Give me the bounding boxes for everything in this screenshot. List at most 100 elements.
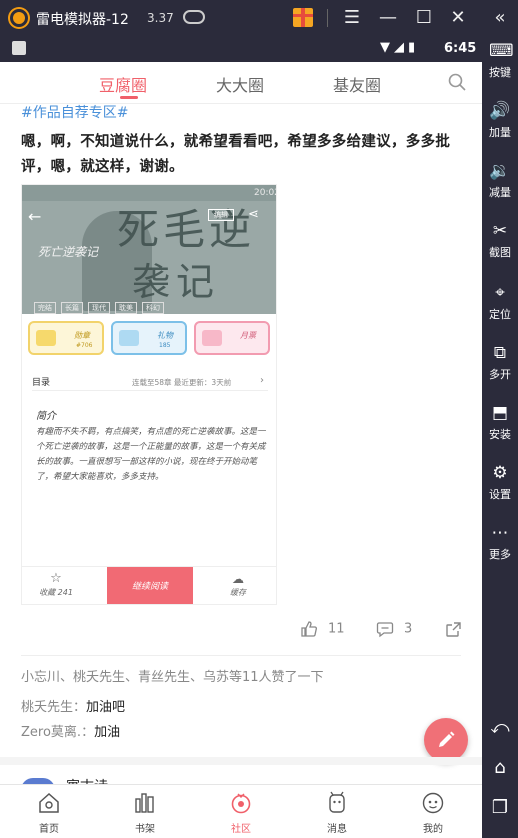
like-button[interactable]: 11 bbox=[300, 620, 345, 638]
comment-item[interactable]: Zero莫离.：加油 bbox=[21, 721, 120, 740]
more-icon: ⋯ bbox=[491, 523, 509, 543]
comment-count: 3 bbox=[404, 621, 413, 637]
post-divider bbox=[21, 655, 461, 656]
home-icon bbox=[39, 792, 59, 813]
nav-community[interactable]: 社区 bbox=[211, 791, 271, 835]
bottom-navigation: 首页 书架 社区 消息 我的 bbox=[0, 784, 482, 838]
likers-list[interactable]: 小忘川、桃夭先生、青丝先生、乌苏等11人赞了一下 bbox=[21, 666, 324, 685]
recent-apps-icon[interactable]: ❐ bbox=[482, 794, 518, 822]
image-continue-read: 继续阅读 bbox=[107, 567, 193, 604]
comment-text: 加油 bbox=[94, 725, 121, 740]
emulator-sidebar: « ⌨ 按键 🔊 加量 🔉 减量 ✂ 截图 ⌖ 定位 ⧉ 多开 ⬒ 安装 ⚙ 设置 ⋯ 更多 ⤺ ⌂ ❐ bbox=[482, 0, 518, 838]
sidebar-button-location[interactable]: ⌖ 定位 bbox=[482, 282, 518, 322]
pencil-icon bbox=[439, 731, 455, 747]
sidebar-label: 多开 bbox=[489, 368, 511, 381]
search-icon[interactable] bbox=[448, 73, 466, 91]
message-icon bbox=[329, 791, 345, 813]
keyboard-icon: ⌨ bbox=[489, 41, 514, 61]
image-statusbar: 20:02 bbox=[22, 185, 276, 201]
image-bottom-bar: ☆ 收藏 241 继续阅读 ☁ 缓存 bbox=[22, 566, 276, 604]
like-count: 11 bbox=[328, 621, 345, 637]
emulator-title: 雷电模拟器-12 bbox=[36, 12, 129, 28]
emulator-version: 3.37 bbox=[147, 11, 174, 25]
sidebar-button-scissors[interactable]: ✂ 截图 bbox=[482, 220, 518, 260]
image-reward-cards: 勋章 #706 礼物 185 月票 bbox=[28, 321, 272, 355]
gift-box-icon bbox=[119, 330, 139, 346]
sidebar-button-volume-up[interactable]: 🔊 加量 bbox=[482, 100, 518, 140]
image-favorite: ☆ 收藏 241 bbox=[36, 571, 76, 598]
volume-up-icon: 🔊 bbox=[489, 101, 511, 121]
titlebar-divider bbox=[327, 9, 328, 27]
android-statusbar: ▼◢▮ 6:45 bbox=[0, 36, 482, 62]
sidebar-label: 按键 bbox=[489, 66, 511, 79]
post-image[interactable]: 20:02 死毛逆 袭记 ← 编辑 ⋖ 死亡逆袭记 完结长篇现代耽美科幻 勋章 … bbox=[21, 184, 277, 605]
collapse-sidebar-icon[interactable]: « bbox=[482, 6, 518, 30]
nav-profile[interactable]: 我的 bbox=[403, 791, 463, 835]
sidebar-label: 定位 bbox=[489, 308, 511, 321]
gamepad-icon[interactable] bbox=[183, 10, 205, 24]
nav-messages[interactable]: 消息 bbox=[307, 791, 367, 835]
comment-button[interactable]: 3 bbox=[376, 620, 412, 638]
post-topic-tag[interactable]: #作品自荐专区# bbox=[21, 102, 128, 122]
gear-icon: ⚙ bbox=[492, 463, 508, 483]
nav-home[interactable]: 首页 bbox=[19, 791, 79, 835]
tab-doufu-circle[interactable]: 豆腐圈 bbox=[99, 72, 147, 96]
sidebar-label: 加量 bbox=[489, 126, 511, 139]
image-download-icon: ☁ bbox=[232, 572, 244, 586]
image-intro-text: 有趣而不失不羁，有点搞笑，有点虐的死亡逆袭故事。这是一个死亡逆袭的故事，这是一个… bbox=[36, 427, 266, 482]
image-directory-label: 目录 bbox=[32, 378, 51, 388]
sidebar-button-more[interactable]: ⋯ 更多 bbox=[482, 522, 518, 562]
post-actions: 11 3 bbox=[0, 618, 482, 644]
image-cache: ☁ 缓存 bbox=[218, 571, 258, 598]
image-directory-row: 目录 连载至58章 最近更新：3天前 › bbox=[32, 375, 268, 391]
comment-text: 加油吧 bbox=[86, 700, 126, 715]
image-chip: 耽美 bbox=[115, 302, 137, 314]
tab-jiyou-circle[interactable]: 基友圈 bbox=[333, 72, 381, 96]
image-book-name: 死亡逆袭记 bbox=[38, 245, 99, 259]
image-back-icon: ← bbox=[28, 207, 42, 226]
volume-down-icon: 🔉 bbox=[489, 161, 511, 181]
sidebar-button-multi-open[interactable]: ⧉ 多开 bbox=[482, 342, 518, 382]
image-card-ticket: 月票 bbox=[194, 321, 270, 355]
compose-post-button[interactable] bbox=[424, 718, 468, 762]
scissors-icon: ✂ bbox=[492, 221, 508, 241]
emulator-window: 雷电模拟器-12 3.37 ☰ — ☐ ✕ « ⌨ 按键 🔊 加量 🔉 减量 ✂ 截图 ⌖ 定位 ⧉… bbox=[0, 0, 518, 838]
tab-dada-circle[interactable]: 大大圈 bbox=[216, 72, 264, 96]
medal-icon bbox=[36, 330, 56, 346]
community-icon bbox=[231, 793, 251, 814]
share-icon[interactable] bbox=[445, 621, 462, 638]
comment-author[interactable]: Zero莫离. bbox=[21, 725, 81, 740]
post-separator bbox=[0, 757, 482, 765]
apk-install-icon: ⬒ bbox=[491, 403, 509, 423]
minimize-button[interactable]: — bbox=[376, 6, 400, 30]
comment-author[interactable]: 桃夭先生 bbox=[21, 700, 73, 715]
image-chip: 完结 bbox=[34, 302, 56, 314]
maximize-button[interactable]: ☐ bbox=[412, 6, 436, 30]
image-share-icon: ⋖ bbox=[248, 207, 259, 222]
image-card-medal: 勋章 #706 bbox=[28, 321, 104, 355]
image-chip: 科幻 bbox=[142, 302, 164, 314]
sidebar-button-keyboard[interactable]: ⌨ 按键 bbox=[482, 40, 518, 80]
image-chip: 现代 bbox=[88, 302, 110, 314]
close-button[interactable]: ✕ bbox=[446, 6, 470, 30]
sidebar-button-volume-down[interactable]: 🔉 减量 bbox=[482, 160, 518, 200]
image-chevron-right-icon: › bbox=[260, 375, 264, 386]
image-intro-title: 简介 bbox=[36, 411, 56, 422]
multi-open-icon: ⧉ bbox=[493, 343, 507, 363]
menu-icon[interactable]: ☰ bbox=[340, 6, 364, 30]
profile-icon bbox=[422, 792, 444, 814]
status-time: 6:45 bbox=[444, 41, 477, 56]
bookshelf-icon bbox=[135, 793, 154, 813]
nav-bookshelf[interactable]: 书架 bbox=[115, 791, 175, 835]
post-body-text: 嗯，啊，不知道说什么，就希望看看吧，希望多多给建议，多多批评，嗯，就这样，谢谢。 bbox=[21, 134, 451, 175]
sidebar-button-gear[interactable]: ⚙ 设置 bbox=[482, 462, 518, 502]
image-status-time: 20:02 bbox=[254, 188, 276, 198]
image-directory-info: 连载至58章 最近更新：3天前 bbox=[132, 378, 232, 387]
sidebar-button-apk-install[interactable]: ⬒ 安装 bbox=[482, 402, 518, 442]
emulator-titlebar: 雷电模拟器-12 3.37 ☰ — ☐ ✕ bbox=[0, 0, 518, 36]
back-icon[interactable]: ⤺ bbox=[482, 714, 518, 742]
comment-item[interactable]: 桃夭先生：加油吧 bbox=[21, 696, 125, 715]
home-nav-icon[interactable]: ⌂ bbox=[482, 754, 518, 782]
sidebar-label: 安装 bbox=[489, 428, 511, 441]
gift-icon[interactable] bbox=[293, 8, 313, 27]
